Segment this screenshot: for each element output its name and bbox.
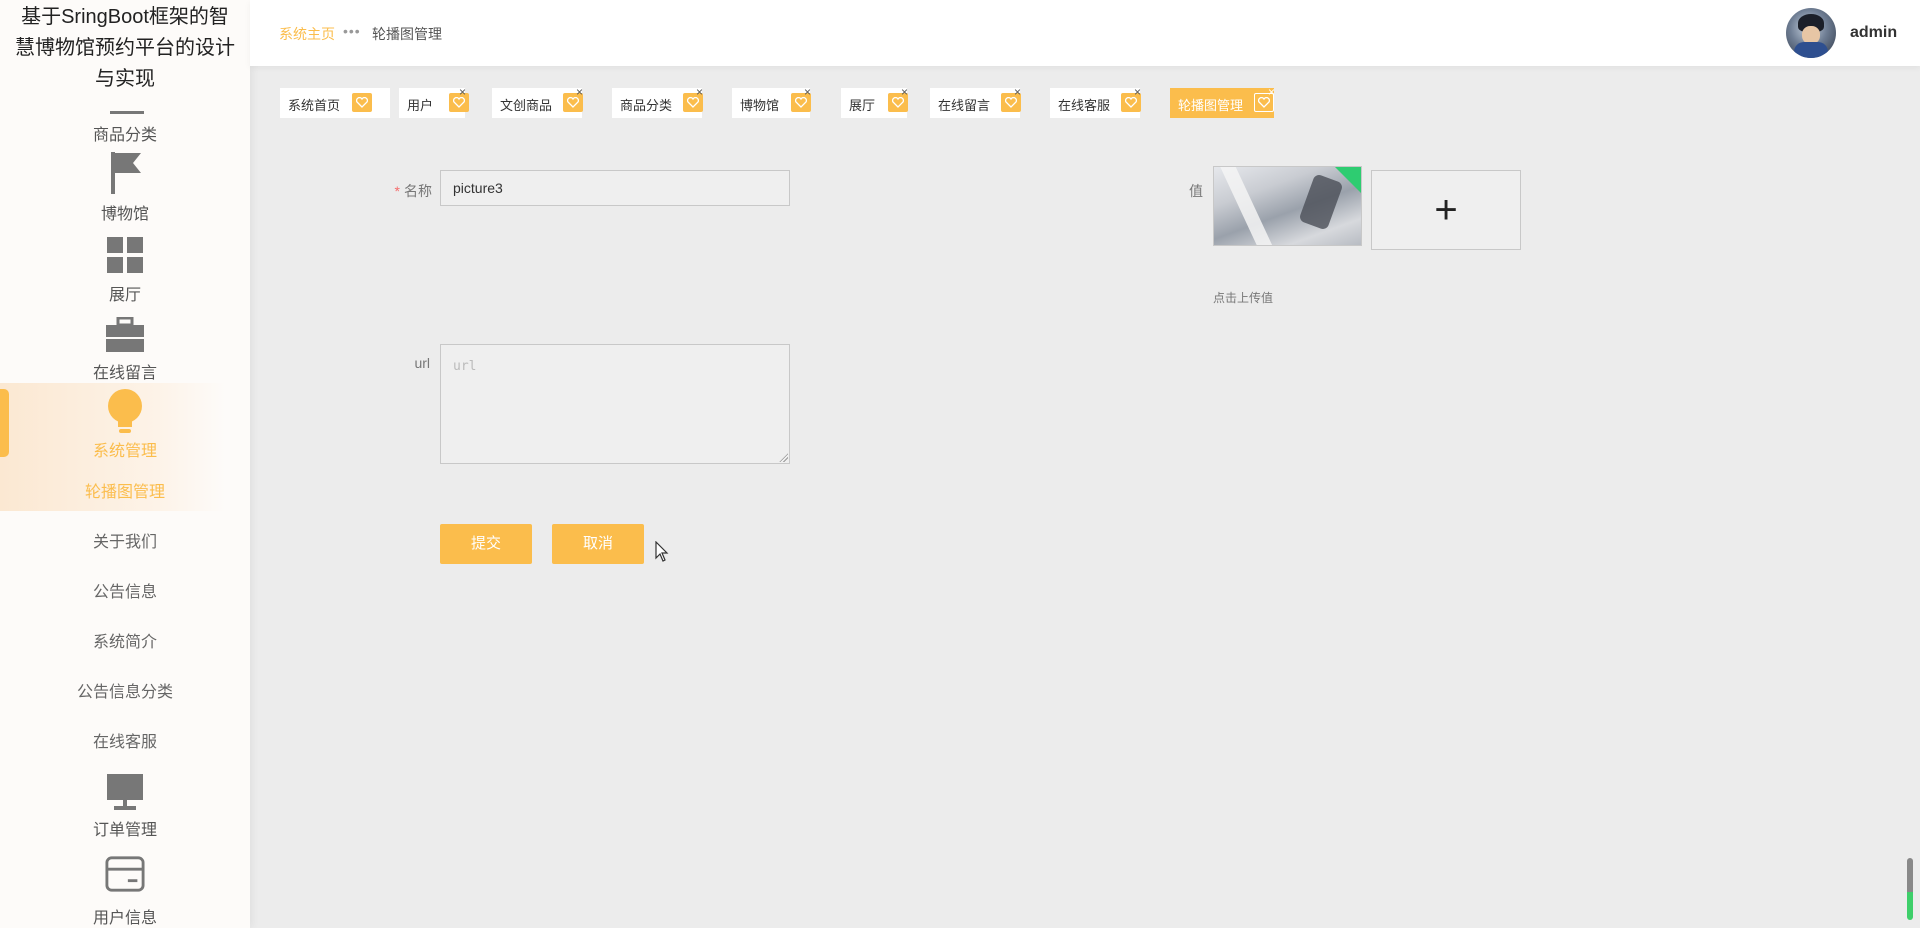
name-label: * 名称: [380, 181, 432, 201]
tab-label: 在线留言: [938, 98, 991, 113]
sidebar-item-museum[interactable]: 博物馆: [0, 152, 250, 223]
minus-icon: [110, 111, 144, 114]
username[interactable]: admin: [1850, 24, 1897, 42]
sidebar-item-label: 展厅: [108, 287, 141, 304]
sidebar-item-user-info[interactable]: 用户信息: [0, 854, 250, 927]
name-input[interactable]: picture3: [440, 170, 790, 206]
sidebar-item-label: 商品分类: [92, 127, 157, 144]
close-icon[interactable]: ×: [1268, 85, 1275, 99]
flag-icon: [105, 152, 145, 194]
close-icon[interactable]: ×: [696, 85, 703, 99]
sidebar-item-label: 博物馆: [100, 206, 149, 223]
tab-label: 博物馆: [740, 98, 780, 113]
name-label-text: 名称: [404, 183, 432, 199]
monitor-icon: [105, 772, 145, 812]
upload-button[interactable]: +: [1371, 170, 1521, 250]
grid-icon: [105, 235, 145, 275]
sidebar-item-hall[interactable]: 展厅: [0, 235, 250, 304]
lightbulb-icon: [105, 389, 145, 435]
app-title-line-2: 慧博物馆预约平台的设计: [15, 37, 235, 59]
mouse-cursor-icon: [655, 540, 669, 568]
sidebar-subitem-carousel[interactable]: 轮播图管理: [0, 478, 250, 502]
briefcase-icon: [105, 315, 145, 355]
tab-label: 用户: [407, 98, 434, 113]
card-icon: [105, 854, 145, 894]
tab-label: 文创商品: [500, 98, 553, 113]
tab-online-service[interactable]: 在线客服 ×: [1050, 85, 1141, 118]
breadcrumb-separator: •••: [343, 23, 361, 39]
required-mark: *: [394, 183, 400, 199]
tab-museum[interactable]: 博物馆 ×: [732, 85, 811, 118]
tab-online-message[interactable]: 在线留言 ×: [930, 85, 1021, 118]
tab-label: 展厅: [849, 98, 876, 113]
url-label: url: [414, 355, 430, 371]
sidebar-item-label: 系统管理: [92, 443, 157, 460]
sidebar-item-label: 订单管理: [92, 822, 157, 839]
resize-handle[interactable]: [779, 453, 788, 462]
heart-icon: [352, 93, 372, 112]
close-icon[interactable]: ×: [576, 85, 583, 99]
sidebar-subitem-about[interactable]: 关于我们: [0, 528, 250, 552]
scroll-indicator[interactable]: [1907, 858, 1913, 920]
close-icon[interactable]: ×: [1134, 85, 1141, 99]
close-icon[interactable]: ×: [804, 85, 811, 99]
top-header: 系统主页 ••• 轮播图管理 admin: [250, 0, 1920, 66]
breadcrumb-home[interactable]: 系统主页: [279, 24, 335, 44]
breadcrumb-current: 轮播图管理: [372, 26, 442, 42]
uploaded-image-thumbnail[interactable]: [1213, 166, 1362, 246]
cancel-button[interactable]: 取消: [552, 524, 644, 564]
sidebar-item-label: 在线留言: [92, 365, 157, 382]
tab-cultural-products[interactable]: 文创商品 ×: [492, 85, 583, 118]
tab-label: 系统首页: [288, 98, 341, 113]
tab-label: 在线客服: [1058, 98, 1111, 113]
sidebar-subitem-customer-service[interactable]: 在线客服: [0, 728, 250, 752]
tab-label: 轮播图管理: [1178, 98, 1244, 113]
sidebar-item-product-category[interactable]: 商品分类: [0, 105, 250, 145]
tab-label: 商品分类: [620, 98, 673, 113]
plus-icon: +: [1434, 188, 1458, 232]
sidebar-subitem-intro[interactable]: 系统简介: [0, 628, 250, 652]
value-label: 值: [1189, 183, 1203, 199]
tab-carousel-management[interactable]: 轮播图管理 ×: [1170, 85, 1275, 118]
sidebar-item-message[interactable]: 在线留言: [0, 315, 250, 382]
sidebar-item-system[interactable]: 系统管理: [0, 389, 250, 460]
close-icon[interactable]: ×: [1014, 85, 1021, 99]
sidebar-subitem-notice-category[interactable]: 公告信息分类: [0, 678, 250, 702]
tab-hall[interactable]: 展厅 ×: [841, 85, 908, 118]
tab-home[interactable]: 系统首页: [280, 88, 390, 118]
url-textarea[interactable]: url: [440, 344, 790, 464]
tab-product-category[interactable]: 商品分类 ×: [612, 85, 703, 118]
avatar[interactable]: [1786, 8, 1836, 58]
close-icon[interactable]: ×: [459, 85, 466, 99]
app-title-line-1: 基于SringBoot框架的智: [21, 6, 229, 28]
sidebar-item-label: 用户信息: [92, 910, 157, 927]
app-title-line-3: 与实现: [95, 68, 155, 90]
sidebar-subitem-notice[interactable]: 公告信息: [0, 578, 250, 602]
sidebar-item-orders[interactable]: 订单管理: [0, 772, 250, 839]
upload-tip: 点击上传值: [1213, 291, 1274, 305]
sidebar: 基于SringBoot框架的智 慧博物馆预约平台的设计 与实现 商品分类 博物馆…: [0, 0, 250, 928]
app-title: 基于SringBoot框架的智 慧博物馆预约平台的设计 与实现: [0, 2, 250, 95]
submit-button[interactable]: 提交: [440, 524, 532, 564]
tab-user[interactable]: 用户 ×: [399, 85, 469, 118]
close-icon[interactable]: ×: [901, 85, 908, 99]
